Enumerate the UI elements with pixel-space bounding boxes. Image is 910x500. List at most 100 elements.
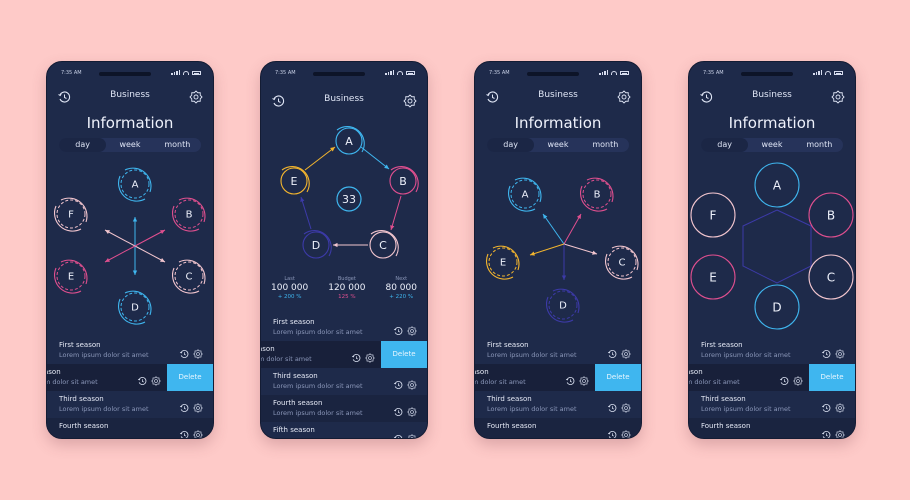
item-subtitle: Lorem ipsum dolor sit amet — [701, 405, 791, 413]
arrow-e — [529, 243, 565, 256]
history-icon[interactable] — [393, 402, 403, 416]
item-subtitle: Lorem ipsum dolor sit amet — [701, 351, 791, 359]
notch — [527, 72, 579, 76]
history-icon[interactable] — [393, 429, 403, 438]
list-item-swiped[interactable]: ason m dolor sit amet Delete — [475, 364, 641, 391]
history-icon[interactable] — [565, 371, 575, 385]
list-item[interactable]: Fifth season — [261, 422, 427, 438]
arrow-e-a — [304, 146, 336, 171]
settings-icon[interactable] — [835, 398, 845, 413]
item-subtitle: m dolor sit amet — [474, 378, 526, 386]
settings-icon[interactable] — [407, 429, 417, 438]
tab-month[interactable]: month — [582, 138, 629, 152]
history-icon[interactable] — [351, 348, 361, 362]
list-item[interactable]: Fourth season Lorem ipsum dolor sit amet — [261, 395, 427, 422]
item-subtitle: m dolor sit amet — [260, 355, 312, 363]
notch — [313, 72, 365, 76]
settings-icon[interactable] — [621, 425, 631, 438]
tab-day[interactable]: day — [701, 138, 749, 152]
list-item[interactable]: First season Lorem ipsum dolor sit amet — [475, 337, 641, 364]
node-label: E — [291, 175, 298, 188]
list-item[interactable]: First season Lorem ipsum dolor sit amet — [261, 314, 427, 341]
list-item[interactable]: Fourth season — [47, 418, 213, 438]
status-bar: 7:35 AM — [261, 69, 427, 79]
node-label: D — [559, 301, 567, 312]
history-icon[interactable] — [607, 398, 617, 412]
tab-day[interactable]: day — [59, 138, 107, 152]
delete-button[interactable]: Delete — [381, 341, 427, 368]
settings-icon[interactable] — [407, 375, 417, 390]
item-title: First season — [487, 341, 529, 349]
delete-button[interactable]: Delete — [809, 364, 855, 391]
settings-icon[interactable] — [793, 371, 803, 386]
list-item[interactable]: Third season Lorem ipsum dolor sit amet — [689, 391, 855, 418]
settings-icon[interactable] — [151, 371, 161, 386]
node-label: E — [68, 272, 74, 283]
item-title: Third season — [487, 395, 532, 403]
history-icon[interactable] — [607, 425, 617, 438]
tab-week[interactable]: week — [748, 138, 795, 152]
history-icon[interactable] — [821, 344, 831, 358]
list-item[interactable]: Fourth season — [475, 418, 641, 438]
list-item-swiped[interactable]: ason m dolor sit amet Delete — [689, 364, 855, 391]
list-item[interactable]: Third season Lorem ipsum dolor sit amet — [47, 391, 213, 418]
settings-icon[interactable] — [193, 344, 203, 359]
history-icon[interactable] — [179, 398, 189, 412]
arrow-c — [563, 243, 598, 255]
stat-budget: Budget 120 000 125 % — [328, 276, 366, 300]
history-icon[interactable] — [779, 371, 789, 385]
settings-icon[interactable] — [365, 348, 375, 363]
settings-icon[interactable] — [621, 398, 631, 413]
item-subtitle: Lorem ipsum dolor sit amet — [59, 351, 149, 359]
arrow-d-e — [300, 196, 312, 230]
list-item[interactable]: Third season Lorem ipsum dolor sit amet — [261, 368, 427, 395]
list-item-swiped[interactable]: ason m dolor sit amet Delete — [47, 364, 213, 391]
wifi-icon — [183, 70, 189, 75]
delete-button[interactable]: Delete — [167, 364, 213, 391]
history-icon[interactable] — [137, 371, 147, 385]
settings-icon[interactable] — [835, 425, 845, 438]
list-item[interactable]: Fourth season — [689, 418, 855, 438]
delete-button[interactable]: Delete — [595, 364, 641, 391]
item-title: ason — [261, 345, 275, 353]
item-title: First season — [273, 318, 315, 326]
settings-icon[interactable] — [407, 402, 417, 417]
node-label: B — [399, 175, 407, 188]
history-icon[interactable] — [821, 398, 831, 412]
node-label: B — [827, 208, 835, 222]
history-icon[interactable] — [179, 344, 189, 358]
tab-week[interactable]: week — [106, 138, 153, 152]
settings-icon[interactable] — [193, 398, 203, 413]
settings-icon[interactable] — [621, 344, 631, 359]
wifi-icon — [825, 70, 831, 75]
phone-screen-4: 7:35 AM Business Information day week mo… — [688, 61, 856, 439]
tab-month[interactable]: month — [154, 138, 201, 152]
history-icon[interactable] — [393, 375, 403, 389]
tab-week[interactable]: week — [534, 138, 581, 152]
tab-day[interactable]: day — [487, 138, 535, 152]
arrow — [104, 229, 136, 247]
node-f-arc — [60, 197, 88, 223]
history-icon[interactable] — [179, 425, 189, 438]
list-item-swiped[interactable]: ason m dolor sit amet Delete — [261, 341, 427, 368]
settings-icon[interactable] — [617, 89, 631, 104]
list-item[interactable]: Third season Lorem ipsum dolor sit amet — [475, 391, 641, 418]
settings-icon[interactable] — [189, 89, 203, 104]
settings-icon[interactable] — [579, 371, 589, 386]
tab-month[interactable]: month — [796, 138, 843, 152]
list-item[interactable]: First season Lorem ipsum dolor sit amet — [47, 337, 213, 364]
item-subtitle: Lorem ipsum dolor sit amet — [487, 351, 577, 359]
season-list: First season Lorem ipsum dolor sit amet … — [261, 314, 427, 438]
list-item[interactable]: First season Lorem ipsum dolor sit amet — [689, 337, 855, 364]
settings-icon[interactable] — [835, 344, 845, 359]
arrow-e-head — [530, 251, 535, 256]
status-bar: 7:35 AM — [689, 69, 855, 79]
item-title: First season — [59, 341, 101, 349]
history-icon[interactable] — [393, 321, 403, 335]
settings-icon[interactable] — [407, 321, 417, 336]
history-icon[interactable] — [821, 425, 831, 438]
settings-icon[interactable] — [193, 425, 203, 438]
settings-icon[interactable] — [831, 89, 845, 104]
settings-icon[interactable] — [403, 93, 417, 108]
history-icon[interactable] — [607, 344, 617, 358]
